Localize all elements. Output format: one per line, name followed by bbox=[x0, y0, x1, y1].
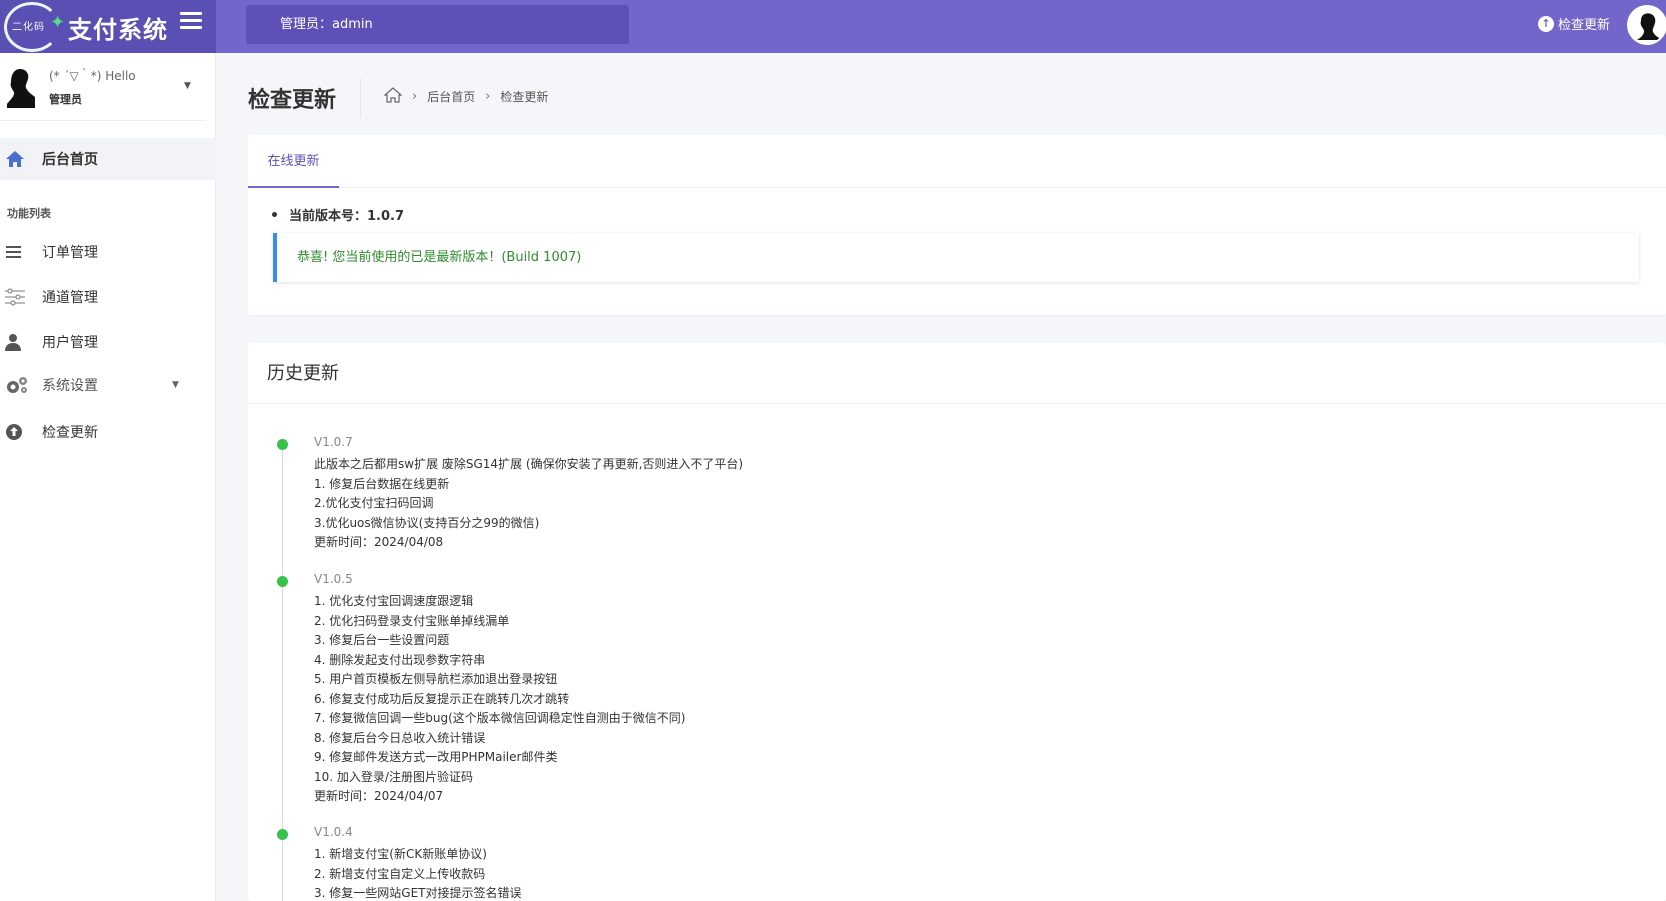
logo[interactable]: 二化码 ✦ 支付系统 bbox=[0, 0, 216, 53]
sidebar-item-label: 通道管理 bbox=[42, 290, 98, 306]
gears-icon bbox=[0, 376, 42, 394]
entry-line: 3. 修复后台一些设置问题 bbox=[314, 633, 450, 647]
entry-line: 1. 新增支付宝(新CK新账单协议) bbox=[314, 847, 487, 861]
entry-line: 10. 加入登录/注册图片验证码 bbox=[314, 769, 473, 784]
entry-line: 9. 修复邮件发送方式一改用PHPMailer邮件类 bbox=[314, 750, 558, 764]
chevron-right-icon: › bbox=[485, 89, 491, 104]
user-avatar-icon bbox=[6, 68, 36, 108]
entry-line: 更新时间：2024/04/08 bbox=[314, 535, 444, 549]
list-icon bbox=[0, 245, 42, 259]
entry-version: V1.0.4 bbox=[314, 825, 353, 839]
divider bbox=[360, 78, 361, 118]
caret-down-icon[interactable]: ▼ bbox=[184, 81, 191, 91]
current-version-value: 1.0.7 bbox=[367, 209, 405, 224]
timeline-dot-icon bbox=[277, 829, 288, 840]
entry-line: 7. 修复微信回调一些bug(这个版本微信回调稳定性自测由于微信不同) bbox=[314, 711, 686, 725]
user-card[interactable]: (* ´▽｀*) Hello 管理员 ▼ bbox=[0, 53, 206, 121]
sidebar-item-check-update[interactable]: 检查更新 bbox=[0, 412, 216, 452]
entry-line: 2.优化支付宝扫码回调 bbox=[314, 496, 434, 510]
entry-line: 8. 修复后台今日总收入统计错误 bbox=[314, 730, 486, 745]
sidebar-item-users[interactable]: 用户管理 bbox=[0, 322, 216, 362]
sidebar-item-settings[interactable]: 系统设置 ▼ bbox=[0, 365, 216, 405]
bullet-icon bbox=[272, 212, 277, 217]
entry-line: 更新时间：2024/04/07 bbox=[314, 789, 444, 803]
entry-line: 1. 修复后台数据在线更新 bbox=[314, 476, 450, 491]
entry-line: 6. 修复支付成功后反复提示正在跳转几次才跳转 bbox=[314, 691, 570, 706]
entry-line: 2. 新增支付宝自定义上传收款码 bbox=[314, 866, 486, 881]
sparkle-icon: ✦ bbox=[50, 12, 66, 33]
sidebar-item-home[interactable]: 后台首页 bbox=[0, 138, 216, 180]
entry-line: 5. 用户首页模板左侧导航栏添加退出登录按钮 bbox=[314, 672, 558, 686]
page-title: 检查更新 bbox=[248, 88, 337, 113]
arrow-up-circle-icon: ↑ bbox=[1538, 15, 1554, 32]
upload-circle-icon bbox=[0, 423, 42, 441]
entry-version: V1.0.7 bbox=[314, 435, 353, 449]
entry-line: 2. 优化扫码登录支付宝账单掉线漏单 bbox=[314, 613, 510, 628]
sidebar-item-channels[interactable]: 通道管理 bbox=[0, 277, 216, 317]
sidebar-item-label: 订单管理 bbox=[42, 245, 98, 261]
chevron-right-icon: › bbox=[412, 89, 418, 104]
online-update-card: 在线更新 当前版本号：1.0.7 恭喜! 您当前使用的已是最新版本！(Build… bbox=[248, 135, 1666, 315]
top-bar: 二化码 ✦ 支付系统 管理员：admin ↑ 检查更新 bbox=[0, 0, 1666, 53]
home-icon bbox=[0, 150, 42, 168]
check-update-label: 检查更新 bbox=[1558, 18, 1611, 33]
sidebar: (* ´▽｀*) Hello 管理员 ▼ 后台首页 功能列表 订单管理 通道管理… bbox=[0, 53, 216, 901]
current-version-label: 当前版本号： bbox=[289, 209, 368, 224]
sliders-icon bbox=[0, 288, 42, 306]
entry-line: 此版本之后都用sw扩展 废除SG14扩展 (确保你安装了再更新,否则进入不了平台… bbox=[314, 457, 744, 471]
history-title: 历史更新 bbox=[248, 343, 1666, 404]
breadcrumb: › 后台首页 › 检查更新 bbox=[383, 87, 549, 106]
home-outline-icon[interactable] bbox=[383, 87, 403, 106]
user-icon bbox=[0, 333, 42, 351]
hamburger-menu-icon[interactable] bbox=[180, 12, 202, 34]
entry-version: V1.0.5 bbox=[314, 572, 353, 586]
timeline-dot-icon bbox=[277, 439, 288, 450]
entry-line: 3. 修复一些网站GET对接提示签名错误 bbox=[314, 886, 522, 900]
logo-small-text: 二化码 bbox=[12, 22, 45, 33]
breadcrumb-link-home[interactable]: 后台首页 bbox=[427, 88, 475, 105]
tab-online-update[interactable]: 在线更新 bbox=[248, 135, 339, 188]
entry-line: 3.优化uos微信协议(支持百分之99的微信) bbox=[314, 515, 540, 530]
check-update-button[interactable]: ↑ 检查更新 bbox=[1538, 14, 1610, 33]
logo-text: 支付系统 bbox=[68, 15, 168, 44]
entry-line: 4. 删除发起支付出现参数字符串 bbox=[314, 652, 486, 667]
entry-line: 1. 优化支付宝回调速度跟逻辑 bbox=[314, 594, 474, 608]
sidebar-item-label: 后台首页 bbox=[42, 152, 98, 168]
user-role: 管理员 bbox=[49, 93, 82, 106]
caret-down-icon: ▼ bbox=[172, 380, 179, 390]
tab-bar: 在线更新 bbox=[248, 135, 1666, 188]
avatar[interactable] bbox=[1627, 5, 1666, 45]
sidebar-item-orders[interactable]: 订单管理 bbox=[0, 232, 216, 272]
history-card: 历史更新 V1.0.7 此版本之后都用sw扩展 废除SG14扩展 (确保你安装了… bbox=[248, 343, 1666, 901]
user-greeting: (* ´▽｀*) Hello bbox=[49, 69, 136, 83]
sidebar-item-label: 系统设置 bbox=[42, 378, 98, 394]
admin-indicator: 管理员：admin bbox=[246, 5, 629, 44]
sidebar-item-label: 检查更新 bbox=[42, 425, 98, 441]
timeline-dot-icon bbox=[277, 576, 288, 587]
latest-version-alert: 恭喜! 您当前使用的已是最新版本！(Build 1007) bbox=[273, 233, 1639, 282]
current-version: 当前版本号：1.0.7 bbox=[272, 205, 404, 224]
sidebar-item-label: 用户管理 bbox=[42, 335, 98, 351]
sidebar-section-title: 功能列表 bbox=[7, 207, 51, 220]
breadcrumb-current: 检查更新 bbox=[500, 90, 549, 104]
